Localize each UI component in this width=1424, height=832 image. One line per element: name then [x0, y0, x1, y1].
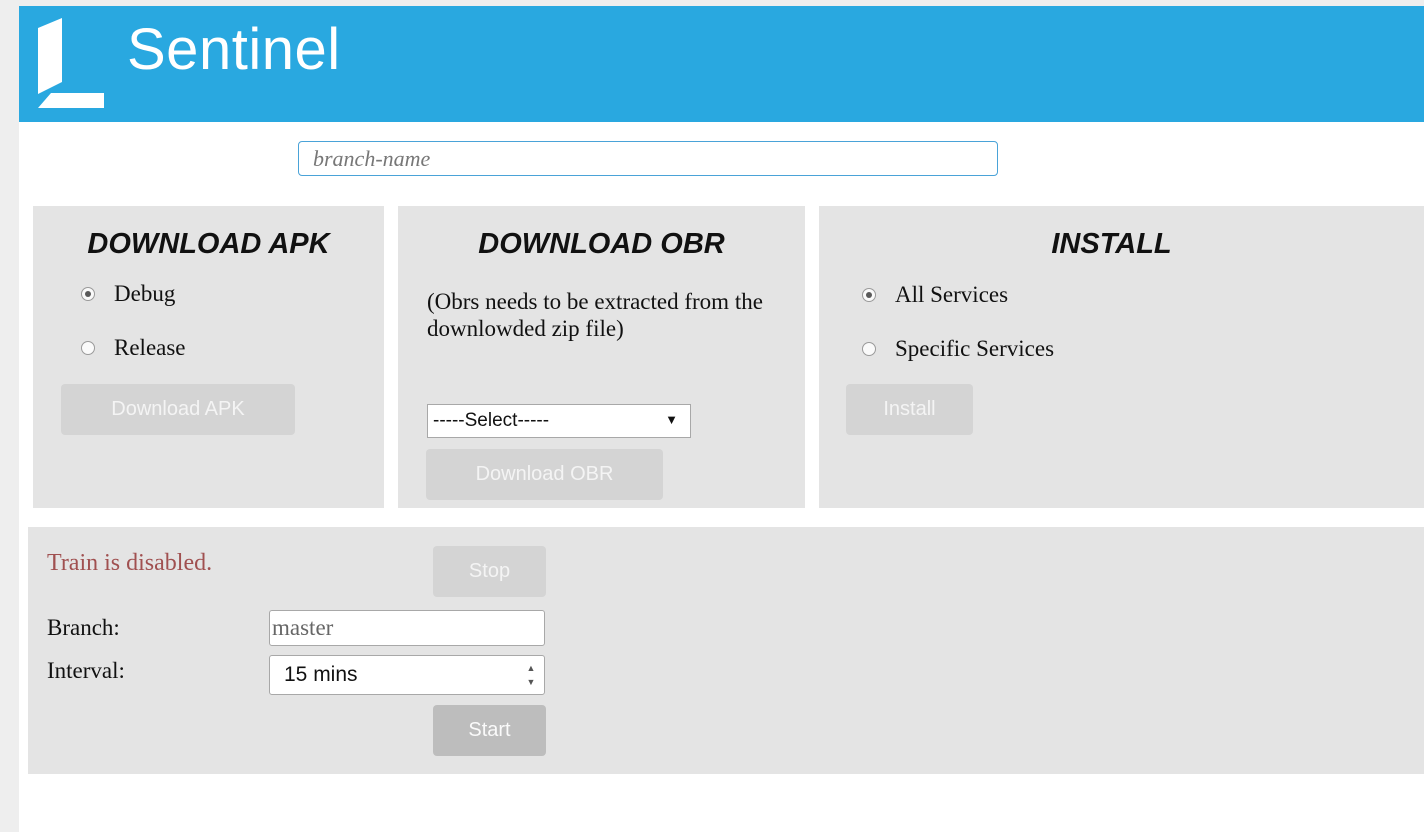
train-branch-value: master — [272, 615, 334, 640]
radio-specific-services-label: Specific Services — [895, 336, 1055, 361]
radio-release[interactable]: Release — [81, 335, 186, 361]
obr-select-value: -----Select----- — [433, 410, 550, 431]
radio-unchecked-icon[interactable] — [81, 341, 95, 355]
train-status-text: Train is disabled. — [47, 550, 213, 576]
page: Sentinel DOWNLOAD APK Debug Release Down… — [19, 6, 1424, 832]
obr-note: (Obrs needs to be extracted from the dow… — [427, 289, 763, 341]
branch-name-input[interactable] — [298, 141, 998, 176]
radio-specific-services[interactable]: Specific Services — [862, 336, 1054, 362]
radio-all-services-label: All Services — [895, 282, 1009, 307]
train-branch-input[interactable]: master — [269, 610, 545, 646]
header-bar: Sentinel — [19, 6, 1424, 122]
app-title: Sentinel — [127, 17, 341, 82]
obr-select[interactable]: -----Select----- ▼ — [427, 404, 691, 438]
radio-checked-icon[interactable] — [81, 287, 95, 301]
interval-value: 15 mins — [284, 663, 358, 686]
spinner-arrows-icon[interactable]: ▲ ▼ — [526, 662, 536, 688]
radio-all-services[interactable]: All Services — [862, 282, 1008, 308]
branch-label: Branch: — [47, 615, 120, 640]
download-apk-title: DOWNLOAD APK — [87, 228, 330, 260]
download-obr-title: DOWNLOAD OBR — [478, 228, 725, 260]
train-panel: Train is disabled. Stop Branch: master I… — [28, 527, 1424, 774]
stop-button[interactable]: Stop — [433, 546, 546, 597]
radio-unchecked-icon[interactable] — [862, 342, 876, 356]
download-obr-panel: DOWNLOAD OBR (Obrs needs to be extracted… — [398, 206, 805, 508]
radio-debug-label: Debug — [114, 281, 176, 306]
install-title: INSTALL — [1051, 228, 1172, 260]
chevron-down-icon: ▼ — [665, 412, 678, 427]
radio-checked-icon[interactable] — [862, 288, 876, 302]
install-button[interactable]: Install — [846, 384, 973, 435]
download-obr-button[interactable]: Download OBR — [426, 449, 663, 500]
download-apk-panel: DOWNLOAD APK Debug Release Download APK — [33, 206, 384, 508]
sentinel-logo-icon — [38, 18, 104, 108]
radio-debug[interactable]: Debug — [81, 281, 175, 307]
interval-input[interactable]: 15 mins ▲ ▼ — [269, 655, 545, 695]
download-apk-button[interactable]: Download APK — [61, 384, 295, 435]
start-button[interactable]: Start — [433, 705, 546, 756]
install-panel: INSTALL All Services Specific Services I… — [819, 206, 1424, 508]
radio-release-label: Release — [114, 335, 186, 360]
interval-label: Interval: — [47, 658, 125, 683]
